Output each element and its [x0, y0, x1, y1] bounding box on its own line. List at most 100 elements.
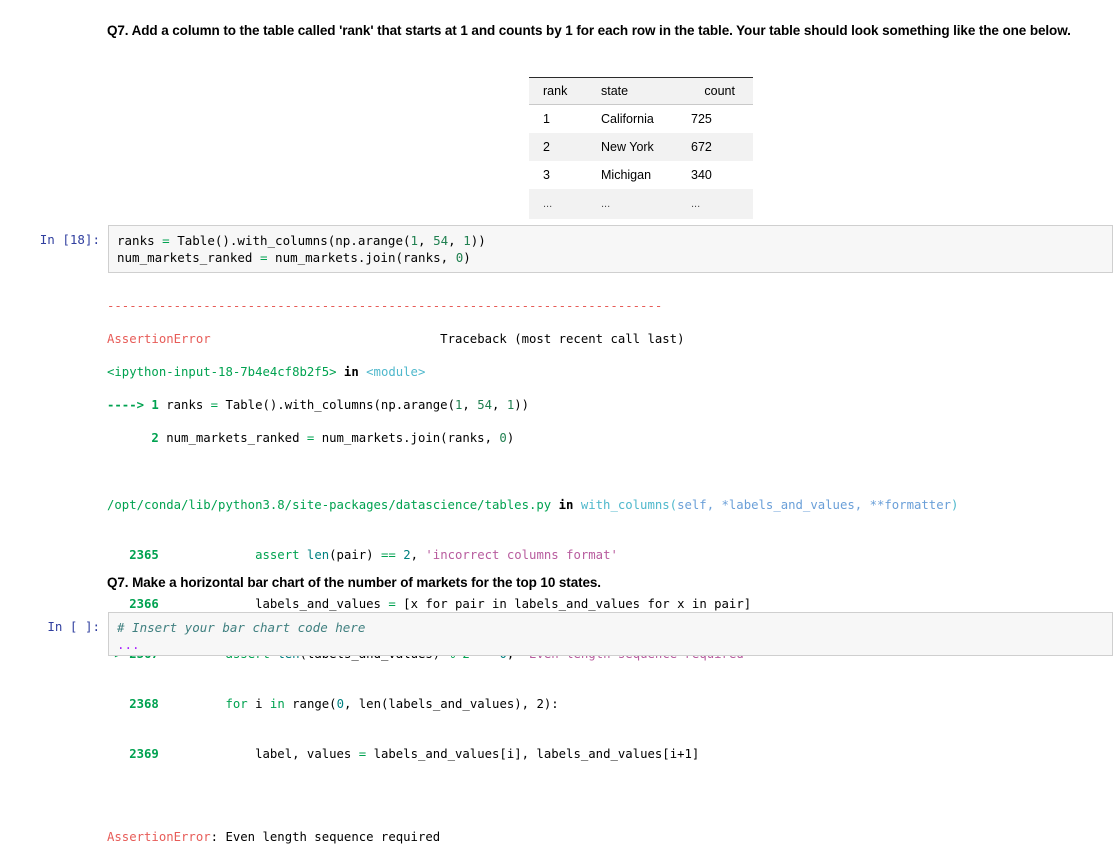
cell-prompt-18: In [18]: [39, 232, 100, 247]
line-pad [107, 431, 151, 445]
code-token: ranks [158, 398, 211, 413]
arrow-marker: ----> [107, 398, 152, 413]
line-number: 1 [151, 398, 159, 413]
code-token: (pair) [329, 547, 381, 562]
cell-count: 725 [679, 104, 753, 133]
code-token: ) [506, 431, 515, 446]
code-cell-empty[interactable]: In [ ]: # Insert your bar chart code her… [30, 612, 1113, 656]
code-token: ranks [117, 233, 163, 248]
code-token: range( [284, 696, 337, 711]
operator: = [358, 746, 367, 761]
traceback-context-line: 2 num_markets_ranked = num_markets.join(… [107, 430, 958, 447]
code-token: , [418, 233, 434, 248]
cell-state: California [589, 104, 679, 133]
line-marker [107, 597, 129, 611]
frame-paren: ) [951, 497, 959, 512]
cell-count: 340 [679, 161, 753, 189]
cell-state: Michigan [589, 161, 679, 189]
code-ellipsis: ... [117, 637, 140, 652]
header-gap [211, 332, 441, 346]
traceback-frame-2: /opt/conda/lib/python3.8/site-packages/d… [107, 497, 958, 514]
number-literal: 0 [336, 696, 344, 711]
frame-in: in [336, 364, 367, 379]
cell-count-ellipsis: ... [679, 189, 753, 219]
table-row: 2 New York 672 [529, 133, 753, 161]
table-header-rank: rank [529, 77, 589, 105]
divider-text: ----------------------------------------… [107, 298, 663, 313]
traceback-header: AssertionError Traceback (most recent ca… [107, 331, 958, 348]
cell-count: 672 [679, 133, 753, 161]
code-token: , [410, 547, 426, 562]
code-token: label, values [255, 746, 359, 761]
traceback-code-line: 2368 for i in range(0, len(labels_and_va… [107, 696, 958, 713]
line-marker [107, 697, 129, 711]
code-token: Table().with_columns(np.arange( [218, 398, 455, 413]
builtin: len [306, 547, 330, 562]
code-editor-empty[interactable]: # Insert your bar chart code here ... [108, 612, 1113, 656]
code-token: , [448, 233, 464, 248]
frame-paren: ( [669, 497, 678, 512]
code-token: 1 [463, 233, 471, 248]
question-top-text: Q7. Add a column to the table called 'ra… [107, 23, 1071, 38]
code-token: len(labels_and_values), 2): [358, 696, 559, 711]
code-token: )) [514, 398, 530, 413]
code-token: i [247, 696, 270, 711]
frame-file: /opt/conda/lib/python3.8/site-packages/d… [107, 497, 552, 512]
table-header-state: state [589, 77, 679, 105]
code-token: 1 [410, 233, 419, 248]
code-token: num_markets_ranked [158, 431, 307, 446]
frame-function: with_columns [580, 497, 670, 512]
code-token: num_markets_ranked [117, 250, 260, 265]
table-row: 1 California 725 [529, 104, 753, 133]
cell-rank-ellipsis: ... [529, 189, 589, 219]
code-token: labels_and_values[i], labels_and_values[… [373, 746, 700, 761]
code-editor-18[interactable]: ranks = Table().with_columns(np.arange(1… [108, 225, 1113, 273]
cell-state: New York [589, 133, 679, 161]
operator: = [388, 597, 396, 612]
line-number: 2 [151, 431, 159, 446]
cell-prompt-empty: In [ ]: [47, 619, 100, 634]
code-token: )) [470, 233, 486, 248]
table-row: 3 Michigan 340 [529, 161, 753, 189]
question-bottom-text: Q7. Make a horizontal bar chart of the n… [107, 575, 601, 590]
number-literal: 2 [403, 547, 411, 562]
cell-state-ellipsis: ... [589, 189, 679, 219]
code-token: , [492, 398, 507, 413]
code-token: [x [395, 597, 426, 612]
traceback-arrow-line: ----> 1 ranks = Table().with_columns(np.… [107, 397, 958, 414]
frame-file: <ipython-input-18-7b4e4cf8b2f5> [107, 364, 337, 379]
code-token: num_markets.join(ranks, [314, 431, 500, 446]
frame-args: self, *labels_and_values, **formatter [677, 497, 952, 512]
code-token: 0 [499, 431, 507, 446]
example-result-table: rank state count 1 California 725 2 New … [529, 77, 753, 219]
frame-scope: <module> [366, 364, 426, 379]
code-token: , [462, 398, 478, 413]
traceback-code-line: 2365 assert len(pair) == 2, 'incorrect c… [107, 547, 958, 564]
traceback-output: ----------------------------------------… [107, 281, 958, 862]
code-token: for pair in labels_and_values for x in p… [425, 597, 752, 612]
keyword: in [269, 696, 285, 711]
frame-in: in [551, 497, 581, 512]
code-token: 54 [477, 398, 493, 413]
traceback-final-error: AssertionError: Even length sequence req… [107, 829, 958, 846]
line-number: 2365 [129, 547, 159, 562]
code-cell-18[interactable]: In [18]: ranks = Table().with_columns(np… [30, 225, 1113, 273]
keyword: for [225, 696, 248, 711]
code-token: = [210, 398, 219, 413]
error-name: AssertionError [107, 829, 211, 844]
line-number: 2368 [129, 696, 159, 711]
table-header-count: count [679, 77, 753, 105]
traceback-code-line: 2366 labels_and_values = [x for pair in … [107, 596, 958, 613]
code-token: Table().with_columns(np.arange( [169, 233, 411, 248]
traceback-label: Traceback (most recent call last) [440, 331, 685, 346]
code-token: = [162, 233, 170, 248]
keyword: assert [255, 547, 300, 562]
traceback-code-line: 2369 label, values = labels_and_values[i… [107, 746, 958, 763]
code-comment: # Insert your bar chart code here [117, 620, 366, 635]
